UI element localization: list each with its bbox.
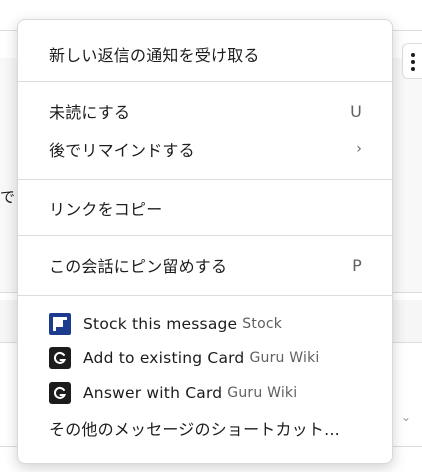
more-message-shortcuts-label: その他のメッセージのショートカット... [49,420,340,439]
menu-separator [18,295,392,296]
copy-link-label: リンクをコピー [49,200,163,219]
answer-with-card-item[interactable]: Answer with Card Guru Wiki [18,376,392,410]
menu-separator [18,81,392,82]
pin-conversation-label: この会話にピン留めする [49,257,228,276]
mark-unread-label: 未読にする [49,103,131,122]
remind-later-item[interactable]: 後でリマインドする › [18,132,392,166]
menu-separator [18,235,392,236]
app-action-name: Add to existing Card [83,349,245,367]
stock-app-icon [49,313,71,335]
menu-separator [18,179,392,180]
more-message-shortcuts-item[interactable]: その他のメッセージのショートカット... [18,411,392,445]
app-source-name: Guru Wiki [249,350,320,366]
remind-later-label: 後でリマインドする [49,141,195,160]
guru-app-icon [49,347,71,369]
message-actions-menu: 新しい返信の通知を受け取る 未読にする U 後でリマインドする › リンクをコピ… [17,19,393,464]
pin-conversation-item[interactable]: この会話にピン留めする P [18,248,392,282]
mark-unread-item[interactable]: 未読にする U [18,94,392,128]
copy-link-item[interactable]: リンクをコピー [18,191,392,225]
app-source-name: Stock [242,316,283,332]
guru-app-icon [49,382,71,404]
more-actions-button[interactable] [402,43,422,79]
app-action-name: Answer with Card [83,384,223,402]
chevron-right-icon: › [356,141,362,157]
follow-replies-item[interactable]: 新しい返信の通知を受け取る [18,37,392,71]
background-text-fragment: で [0,188,16,206]
chevron-down-icon[interactable]: ⌄ [401,410,411,424]
add-to-existing-card-item[interactable]: Add to existing Card Guru Wiki [18,341,392,375]
follow-replies-label: 新しい返信の通知を受け取る [49,46,260,65]
mark-unread-shortcut: U [350,101,362,121]
pin-shortcut: P [352,255,362,275]
stock-this-message-item[interactable]: Stock this message Stock [18,307,392,341]
app-action-name: Stock this message [83,315,238,333]
app-source-name: Guru Wiki [227,385,298,401]
